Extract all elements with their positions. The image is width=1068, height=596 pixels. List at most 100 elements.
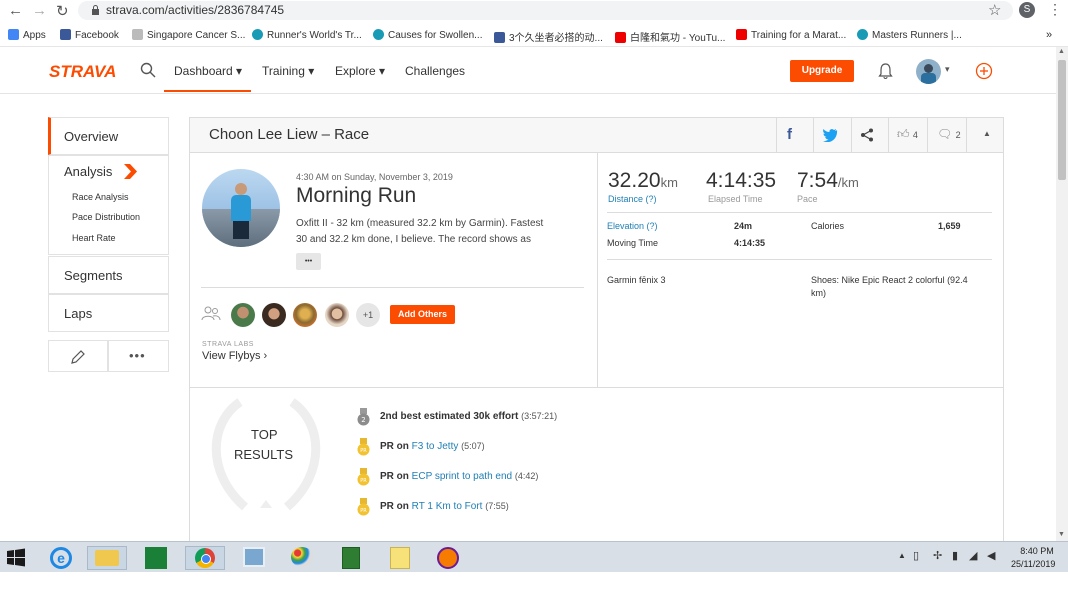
kudos-button[interactable]: 👍︎ 4 [897,127,918,142]
elapsed-time-stat: 4:14:35 [706,169,777,192]
segment-link[interactable]: F3 to Jetty [412,441,459,452]
bell-icon[interactable] [878,63,893,79]
bookmark-chinese-article[interactable]: 3个久坐者必搭的动... [494,29,603,44]
sidebar-item-laps[interactable]: Laps [48,294,169,332]
chevron-down-icon[interactable]: ▾ [945,64,950,75]
facebook-icon [494,32,505,43]
segment-link[interactable]: RT 1 Km to Fort [412,501,483,512]
volume-icon[interactable]: ◀ [987,549,995,562]
scrollbar-thumb[interactable] [1058,60,1066,180]
nav-dashboard[interactable]: Dashboard ▾ [174,64,242,78]
battery-icon[interactable]: ▮ [952,549,958,562]
show-more-button[interactable]: ••• [296,253,321,270]
add-plus-icon[interactable] [975,62,993,80]
participant-avatar[interactable] [231,303,255,327]
bookmark-singapore-cancer[interactable]: Singapore Cancer S... [132,29,245,41]
bookmark-runners-world[interactable]: Runner's World's Tr... [252,29,362,41]
comment-bubble-icon: 🗨︎ [937,127,953,141]
facebook-share-icon[interactable]: f [787,126,792,143]
top-results-heading-line1: TOP [251,427,278,442]
strava-logo[interactable]: STRAVA [49,62,116,82]
more-actions-button[interactable]: ••• [108,340,169,372]
athlete-avatar[interactable] [202,169,280,247]
forward-arrow-icon[interactable]: → [32,2,47,19]
clock-date[interactable]: 25/11/2019 [1011,559,1055,569]
calculator-icon[interactable] [331,546,371,570]
bookmark-training-marathon[interactable]: Training for a Marat... [736,29,846,41]
user-avatar[interactable] [916,59,941,84]
back-arrow-icon[interactable]: ← [8,2,23,19]
search-icon[interactable] [140,62,156,78]
twitter-share-icon[interactable] [822,128,838,142]
segment-link[interactable]: ECP sprint to path end [412,471,512,482]
apps-grid-icon [8,29,19,40]
sidebar-item-pace-distribution[interactable]: Pace Distribution [72,212,140,222]
participant-avatar[interactable] [262,303,286,327]
sidebar-item-overview[interactable]: Overview [48,117,169,155]
comments-button[interactable]: 🗨︎ 2 [937,127,961,141]
sidebar-item-label: Laps [64,306,93,321]
windows-taskbar: e ▲ ▯ ✢ ▮ ◢ ◀ 8:40 PM 25/11/2019 [0,541,1068,573]
participant-avatar[interactable] [293,303,317,327]
wifi-signal-icon[interactable]: ◢ [969,549,977,562]
stats-divider [607,212,992,213]
browser-menu-icon[interactable]: ⋮ [1048,1,1062,18]
photos-viewer-icon[interactable] [234,546,274,570]
bookmark-causes-swollen[interactable]: Causes for Swollen... [373,29,483,41]
chrome-icon[interactable] [185,546,225,570]
clock-time[interactable]: 8:40 PM [1017,546,1057,556]
activity-name: Morning Run [296,184,417,207]
distance-stat: 32.20km [608,169,678,192]
paint-icon[interactable] [282,546,322,570]
file-explorer-icon[interactable] [87,546,127,570]
distance-label[interactable]: Distance (?) [608,194,657,204]
activity-title: Choon Lee Liew – Race [209,126,370,143]
elevation-label[interactable]: Elevation (?) [607,221,658,231]
add-others-button[interactable]: Add Others [390,305,455,324]
reload-icon[interactable]: ↻ [56,2,69,20]
share-icon[interactable] [860,128,874,142]
more-participants-badge[interactable]: +1 [356,303,380,327]
scroll-up-arrow-icon[interactable]: ▲ [1058,48,1065,55]
dropbox-icon[interactable]: ✢ [933,549,942,562]
sidebar-item-heart-rate[interactable]: Heart Rate [72,233,116,243]
top-result-item: PR on ECP sprint to path end (4:42) [380,471,539,482]
bookmark-facebook[interactable]: Facebook [60,29,119,41]
tray-apps-icon[interactable]: ▯ [913,549,919,562]
windows-start-icon[interactable] [6,548,26,567]
collapse-caret-icon[interactable]: ▲ [983,129,991,138]
section-divider [190,387,1003,388]
gold-pr-medal-icon: PR [357,498,370,516]
bookmark-masters-runners[interactable]: Masters Runners |... [857,29,962,41]
bookmark-apps[interactable]: Apps [8,29,46,41]
activity-datetime: 4:30 AM on Sunday, November 3, 2019 [296,172,453,182]
store-icon[interactable] [136,546,176,570]
sidebar-item-analysis[interactable]: Analysis [64,164,112,179]
participant-avatar[interactable] [325,303,349,327]
rw-icon [857,29,868,40]
bottom-margin [0,572,1068,596]
bookmark-youtube-qigong[interactable]: 白隆和氣功 - YouTu... [615,29,725,44]
description-divider [201,287,584,288]
nav-challenges[interactable]: Challenges [405,64,465,78]
tray-expand-icon[interactable]: ▲ [898,551,906,560]
more-bookmarks-icon[interactable]: » [1046,29,1052,41]
sidebar-item-label: Segments [64,268,123,283]
nav-training[interactable]: Training ▾ [262,64,314,78]
nav-explore[interactable]: Explore ▾ [335,64,385,78]
panel-divider [597,152,598,387]
more-dots-icon: ••• [129,348,146,363]
view-flybys-link[interactable]: View Flybys › [202,350,267,362]
edit-button[interactable] [48,340,108,372]
security-shield-icon[interactable] [428,546,468,570]
sidebar-item-race-analysis[interactable]: Race Analysis [72,192,129,202]
upgrade-button[interactable]: Upgrade [790,60,854,82]
scroll-down-arrow-icon[interactable]: ▼ [1058,531,1065,538]
calories-label: Calories [811,221,845,231]
profile-avatar[interactable]: S [1019,2,1035,18]
sidebar-item-segments[interactable]: Segments [48,256,169,294]
sticky-notes-icon[interactable] [380,546,420,570]
top-result-item: 2nd best estimated 30k effort (3:57:21) [380,411,558,422]
internet-explorer-icon[interactable]: e [41,546,81,570]
bookmark-star-icon[interactable]: ☆ [988,1,1001,19]
